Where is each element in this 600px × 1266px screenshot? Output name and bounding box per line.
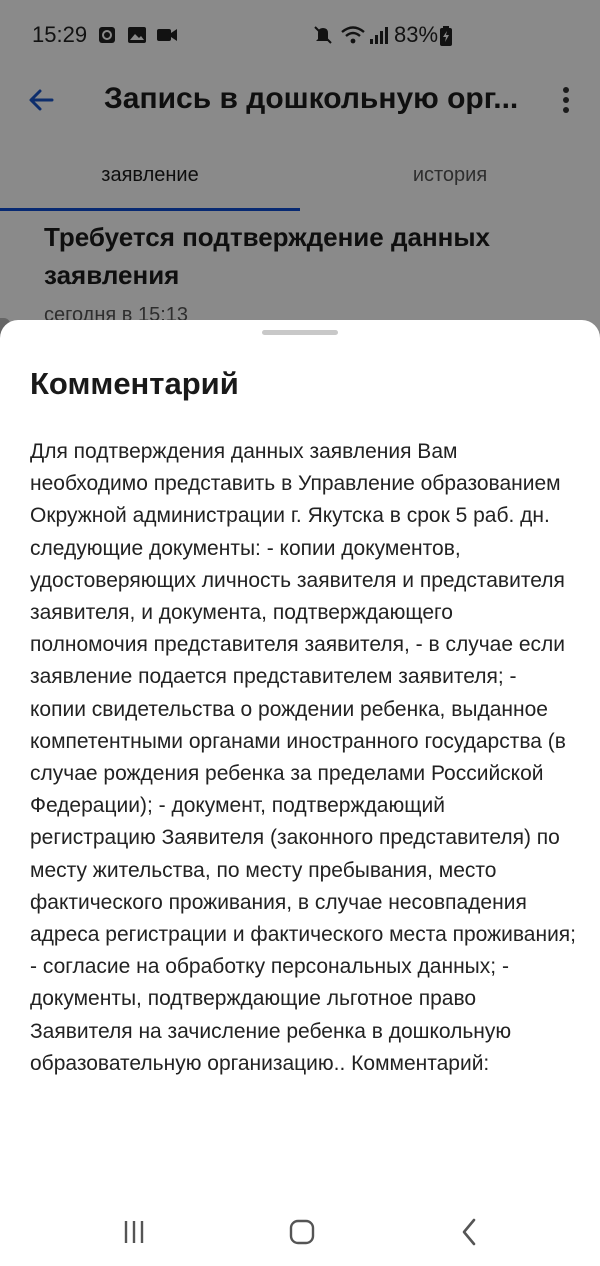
comment-bottom-sheet: Комментарий Для подтверждения данных зая…	[0, 320, 600, 1266]
sheet-title: Комментарий	[30, 366, 239, 401]
home-icon[interactable]	[282, 1212, 322, 1252]
comment-text: Для подтверждения данных заявления Вам н…	[30, 440, 576, 1075]
recents-icon[interactable]	[114, 1212, 154, 1252]
system-nav-bar	[0, 1196, 600, 1266]
back-icon[interactable]	[450, 1212, 490, 1252]
drag-handle[interactable]	[262, 330, 338, 335]
